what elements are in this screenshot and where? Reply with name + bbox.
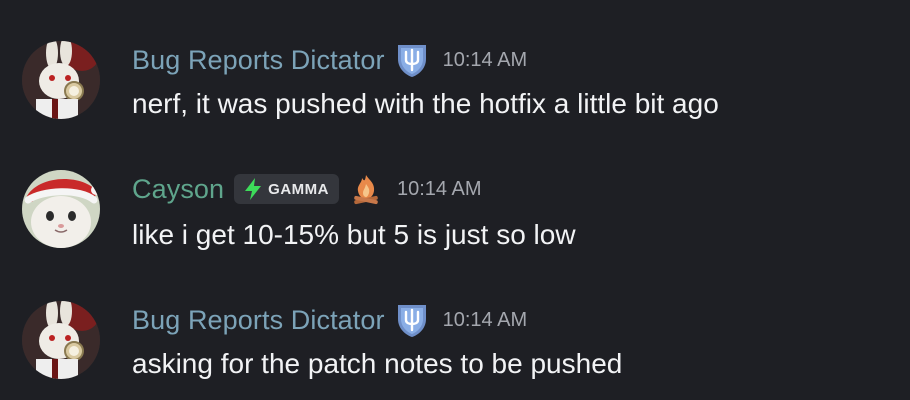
white-rabbit-avatar-icon [22, 41, 100, 119]
message-header: Bug Reports Dictator 10:14 AM [132, 302, 527, 338]
avatar[interactable] [22, 301, 100, 379]
message-text: nerf, it was pushed with the hotfix a li… [132, 88, 719, 119]
timestamp[interactable]: 10:14 AM [443, 42, 528, 78]
username[interactable]: Bug Reports Dictator [132, 42, 385, 78]
avatar[interactable] [22, 170, 100, 248]
message-header: Bug Reports Dictator 10:14 AM [132, 42, 527, 78]
shield-trident-icon[interactable] [395, 302, 429, 338]
chat-message: Bug Reports Dictator 10:14 AM nerf, it w… [0, 0, 910, 120]
shield-trident-icon[interactable] [395, 42, 429, 78]
white-rabbit-avatar-icon [22, 301, 100, 379]
tag-label: GAMMA [268, 180, 329, 198]
server-tag-badge[interactable]: GAMMA [234, 174, 339, 204]
cat-santa-hat-avatar-icon [22, 170, 100, 248]
username[interactable]: Cayson [132, 171, 224, 207]
timestamp[interactable]: 10:14 AM [443, 302, 528, 338]
avatar[interactable] [22, 41, 100, 119]
chat-message: Cayson GAMMA 10:14 AM like i get 10-15% … [0, 133, 910, 253]
message-text: like i get 10-15% but 5 is just so low [132, 219, 576, 250]
message-text: asking for the patch notes to be pushed [132, 348, 623, 379]
chat-message: Bug Reports Dictator 10:14 AM asking for… [0, 265, 910, 385]
campfire-icon[interactable] [349, 172, 383, 206]
username[interactable]: Bug Reports Dictator [132, 302, 385, 338]
message-header: Cayson GAMMA 10:14 AM [132, 171, 482, 207]
timestamp[interactable]: 10:14 AM [397, 171, 482, 207]
lightning-bolt-icon [245, 178, 262, 200]
